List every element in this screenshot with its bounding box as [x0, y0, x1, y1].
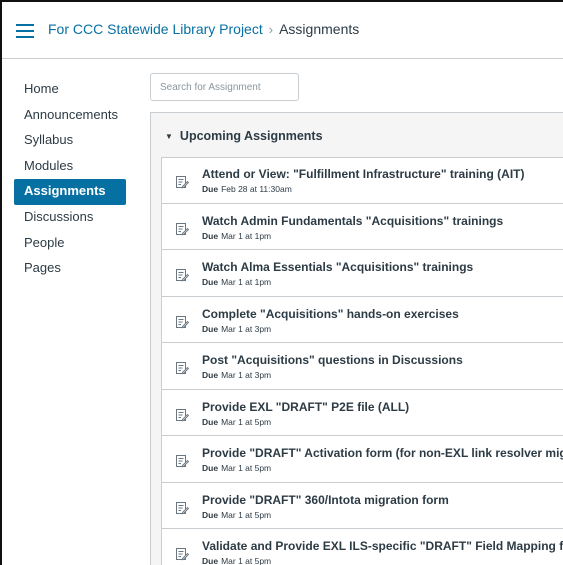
assignment-row[interactable]: Provide EXL "DRAFT" P2E file (ALL) Due Mar… [162, 389, 563, 436]
breadcrumb: For CCC Statewide Library Project › Assign… [48, 21, 359, 37]
assignment-due-date: Due Mar 1 at 3pm [202, 370, 271, 380]
assignment-icon [175, 454, 190, 468]
nav-item-modules[interactable]: Modules [14, 154, 126, 180]
assignment-icon [175, 501, 190, 515]
group-title: Upcoming Assignments [179, 129, 323, 143]
assignment-title-link[interactable]: Complete "Acquisitions" hands-on exercis… [202, 307, 459, 321]
due-date-value: Mar 1 at 5pm [221, 509, 272, 520]
assignment-icon [175, 408, 190, 422]
assignment-title-link[interactable]: Post "Acquisitions" questions in Discuss… [202, 353, 463, 367]
assignment-title-link[interactable]: Validate and Provide EXL ILS-specific "D… [202, 539, 563, 553]
assignment-title-link[interactable]: Provide "DRAFT" 360/Intota migration for… [202, 493, 449, 507]
due-label: Due [202, 556, 219, 565]
upcoming-assignments-group: ▼ Upcoming Assignments Attend or View: "… [150, 112, 563, 565]
due-label: Due [202, 509, 219, 520]
nav-item-home[interactable]: Home [14, 77, 126, 103]
assignment-due-date: Due Feb 28 at 11:30am [202, 184, 292, 194]
assignment-row[interactable]: Provide "DRAFT" 360/Intota migration for… [162, 482, 563, 529]
due-date-value: Mar 1 at 1pm [221, 277, 272, 287]
nav-item-assignments[interactable]: Assignments [14, 179, 126, 205]
assignment-row[interactable]: Watch Alma Essentials "Acquisitions" tra… [162, 250, 563, 297]
breadcrumb-course-link[interactable]: For CCC Statewide Library Project [48, 21, 263, 37]
assignment-icon [175, 315, 190, 329]
assignment-title-link[interactable]: Watch Admin Fundamentals "Acquisitions" … [202, 214, 503, 228]
due-date-value: Mar 1 at 1pm [221, 230, 272, 241]
search-assignment-input[interactable] [150, 73, 299, 101]
assignment-due-date: Due Mar 1 at 5pm [202, 463, 271, 473]
due-label: Due [202, 277, 219, 287]
nav-item-people[interactable]: People [14, 231, 126, 257]
assignment-list: Attend or View: "Fulfillment Infrastruct… [161, 157, 563, 565]
assignment-due-date: Due Mar 1 at 1pm [202, 231, 271, 241]
due-date-value: Feb 28 at 11:30am [221, 184, 292, 194]
due-date-value: Mar 1 at 3pm [221, 323, 272, 334]
assignment-due-date: Due Mar 1 at 5pm [202, 556, 271, 565]
app-frame: For CCC Statewide Library Project › Assign… [0, 0, 563, 565]
assignment-due-date: Due Mar 1 at 1pm [202, 277, 271, 287]
nav-item-pages[interactable]: Pages [14, 256, 126, 282]
due-label: Due [202, 463, 219, 473]
assignment-icon [175, 361, 190, 375]
assignment-due-date: Due Mar 1 at 5pm [202, 417, 271, 427]
nav-item-discussions[interactable]: Discussions [14, 205, 126, 231]
assignment-title-link[interactable]: Watch Alma Essentials "Acquisitions" tra… [202, 260, 473, 274]
due-date-value: Mar 1 at 5pm [221, 556, 272, 565]
assignment-title-link[interactable]: Provide EXL "DRAFT" P2E file (ALL) [202, 400, 409, 414]
due-date-value: Mar 1 at 5pm [221, 416, 272, 427]
assignment-due-date: Due Mar 1 at 3pm [202, 324, 271, 334]
page-header: For CCC Statewide Library Project › Assign… [2, 2, 563, 59]
due-label: Due [202, 230, 219, 241]
due-date-value: Mar 1 at 3pm [221, 370, 272, 380]
due-label: Due [202, 323, 219, 334]
due-label: Due [202, 370, 219, 380]
assignment-row[interactable]: Complete "Acquisitions" hands-on exercis… [162, 296, 563, 343]
assignment-title-link[interactable]: Provide "DRAFT" Activation form (for non… [202, 446, 563, 460]
course-navigation: Home Announcements Syllabus Modules Assi… [14, 77, 126, 282]
caret-down-icon: ▼ [165, 131, 173, 141]
assignment-title-link[interactable]: Attend or View: "Fulfillment Infrastruct… [202, 167, 525, 181]
assignment-icon [175, 175, 190, 189]
assignment-row[interactable]: Provide "DRAFT" Activation form (for non… [162, 436, 563, 483]
assignment-icon [175, 268, 190, 282]
assignment-row[interactable]: Validate and Provide EXL ILS-specific "D… [162, 529, 563, 565]
assignment-icon [175, 547, 190, 561]
due-label: Due [202, 184, 219, 194]
breadcrumb-separator: › [268, 22, 274, 37]
hamburger-menu-icon[interactable] [16, 24, 34, 38]
assignment-row[interactable]: Watch Admin Fundamentals "Acquisitions" … [162, 203, 563, 250]
assignment-row[interactable]: Attend or View: "Fulfillment Infrastruct… [162, 157, 563, 204]
nav-item-announcements[interactable]: Announcements [14, 103, 126, 129]
nav-item-syllabus[interactable]: Syllabus [14, 128, 126, 154]
assignment-icon [175, 222, 190, 236]
due-label: Due [202, 416, 219, 427]
assignment-due-date: Due Mar 1 at 5pm [202, 510, 271, 520]
due-date-value: Mar 1 at 5pm [221, 463, 272, 473]
breadcrumb-current-page: Assignments [279, 21, 360, 37]
assignment-row[interactable]: Post "Acquisitions" questions in Discuss… [162, 343, 563, 390]
group-header-toggle[interactable]: ▼ Upcoming Assignments [151, 113, 563, 159]
